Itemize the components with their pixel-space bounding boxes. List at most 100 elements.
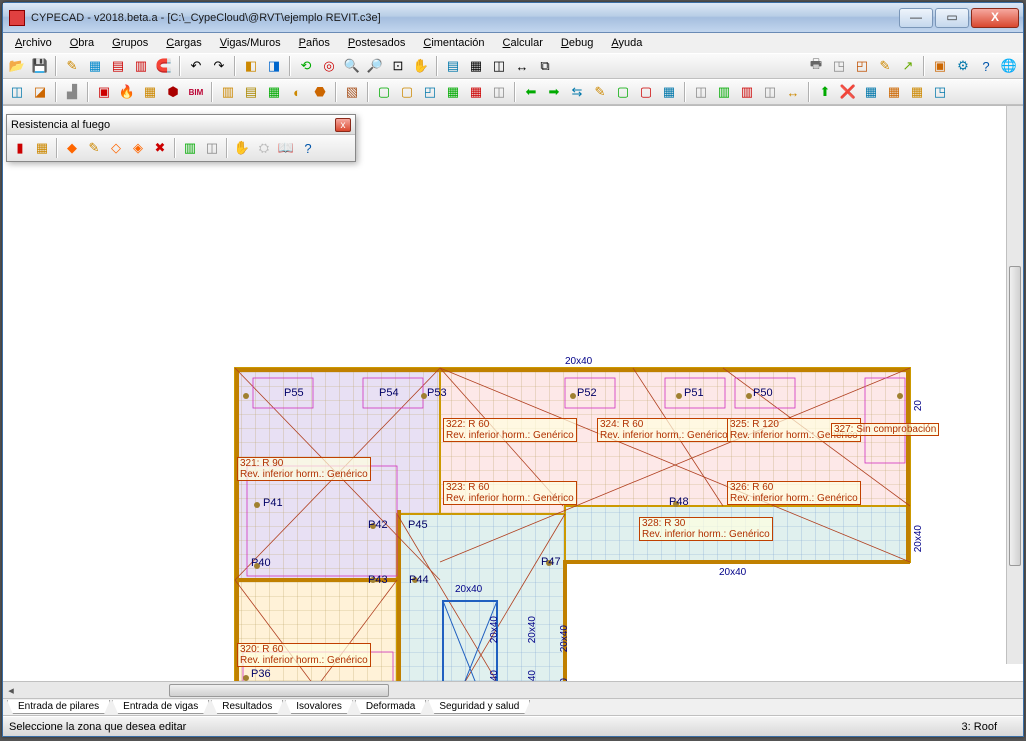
tool-icon[interactable]: ◫: [691, 82, 711, 102]
tool-icon[interactable]: ▣: [930, 56, 950, 76]
menu-debug[interactable]: Debug: [553, 35, 601, 51]
menu-calcular[interactable]: Calcular: [495, 35, 551, 51]
tool-icon[interactable]: ▦: [85, 56, 105, 76]
drawing-canvas[interactable]: P55P54P53P52P51P50P48P41P42P45P47P40P43P…: [3, 105, 1023, 681]
menu-obra[interactable]: Obra: [62, 35, 102, 51]
dimension-icon[interactable]: ↔: [512, 56, 532, 76]
close-button[interactable]: X: [971, 8, 1019, 28]
tool-icon[interactable]: ▤: [241, 82, 261, 102]
tool-icon[interactable]: ◈: [128, 138, 148, 158]
help-icon[interactable]: ?: [298, 138, 318, 158]
tool-icon[interactable]: ▦: [884, 82, 904, 102]
tool-icon[interactable]: ▦: [907, 82, 927, 102]
tool-icon[interactable]: ✎: [590, 82, 610, 102]
delete-icon[interactable]: ✖: [150, 138, 170, 158]
save-icon[interactable]: 💾: [30, 56, 50, 76]
target-icon[interactable]: ◎: [319, 56, 339, 76]
tool-icon[interactable]: ◫: [489, 56, 509, 76]
tool-icon[interactable]: ◫: [489, 82, 509, 102]
tool-icon[interactable]: ▢: [613, 82, 633, 102]
tab-deformada[interactable]: Deformada: [355, 700, 426, 714]
tool-icon[interactable]: ◫: [760, 82, 780, 102]
tool-icon[interactable]: ▥: [737, 82, 757, 102]
tool-icon[interactable]: ⬢: [163, 82, 183, 102]
tool-icon[interactable]: ◳: [930, 82, 950, 102]
stairs-icon[interactable]: ▟: [62, 82, 82, 102]
arrow-left-icon[interactable]: ⬅: [521, 82, 541, 102]
zoom-in-icon[interactable]: 🔍: [342, 56, 362, 76]
tool-icon[interactable]: ▢: [636, 82, 656, 102]
menu-archivo[interactable]: Archivo: [7, 35, 60, 51]
tool-icon[interactable]: ▦: [32, 138, 52, 158]
tool-icon[interactable]: ↔: [783, 82, 803, 102]
minimize-button[interactable]: —: [899, 8, 933, 28]
horizontal-scrollbar[interactable]: ◂: [3, 681, 1023, 698]
tool-icon[interactable]: ▦: [264, 82, 284, 102]
tool-icon[interactable]: ▢: [397, 82, 417, 102]
tool-icon[interactable]: ▮: [10, 138, 30, 158]
tool-icon[interactable]: ✎: [62, 56, 82, 76]
bim-icon[interactable]: BIM: [186, 82, 206, 102]
tool-icon[interactable]: ◫: [202, 138, 222, 158]
menu-paños[interactable]: Paños: [291, 35, 338, 51]
tool-icon[interactable]: ▥: [131, 56, 151, 76]
tool-icon[interactable]: ⧉: [535, 56, 555, 76]
redo-icon[interactable]: ↷: [209, 56, 229, 76]
config-icon[interactable]: ⚙: [953, 56, 973, 76]
tool-icon[interactable]: ▦: [466, 56, 486, 76]
tool-icon[interactable]: ▧: [342, 82, 362, 102]
tab-entrada-de-pilares[interactable]: Entrada de pilares: [7, 700, 110, 714]
fire-icon[interactable]: 🔥: [117, 82, 137, 102]
tool-icon[interactable]: ⇆: [567, 82, 587, 102]
tool-icon[interactable]: ▥: [180, 138, 200, 158]
tool-icon[interactable]: ◨: [264, 56, 284, 76]
tool-icon[interactable]: ▦: [466, 82, 486, 102]
refresh-icon[interactable]: ⟲: [296, 56, 316, 76]
tool-icon[interactable]: ◫: [7, 82, 27, 102]
tab-entrada-de-vigas[interactable]: Entrada de vigas: [112, 700, 209, 714]
tool-icon[interactable]: ▦: [140, 82, 160, 102]
tab-isovalores[interactable]: Isovalores: [285, 700, 353, 714]
menu-cimentación[interactable]: Cimentación: [415, 35, 492, 51]
tool-icon[interactable]: ▢: [374, 82, 394, 102]
maximize-button[interactable]: ▭: [935, 8, 969, 28]
edit-icon[interactable]: ✎: [84, 138, 104, 158]
tool-icon[interactable]: ◰: [420, 82, 440, 102]
export-icon[interactable]: ↗: [898, 56, 918, 76]
menu-grupos[interactable]: Grupos: [104, 35, 156, 51]
menu-postesados[interactable]: Postesados: [340, 35, 414, 51]
book-icon[interactable]: 📖: [276, 138, 296, 158]
layers-icon[interactable]: ▤: [443, 56, 463, 76]
tab-seguridad-y-salud[interactable]: Seguridad y salud: [428, 700, 530, 714]
tool-icon[interactable]: ⛭: [254, 138, 274, 158]
print-icon[interactable]: 🖶: [806, 56, 826, 76]
pan-icon[interactable]: ✋: [411, 56, 431, 76]
tool-icon[interactable]: ⬆: [815, 82, 835, 102]
tool-icon[interactable]: ▤: [108, 56, 128, 76]
open-icon[interactable]: 📂: [7, 56, 27, 76]
zoom-window-icon[interactable]: ⊡: [388, 56, 408, 76]
tool-icon[interactable]: ◳: [829, 56, 849, 76]
menu-ayuda[interactable]: Ayuda: [603, 35, 650, 51]
magnet-icon[interactable]: 🧲: [154, 56, 174, 76]
undo-icon[interactable]: ↶: [186, 56, 206, 76]
globe-icon[interactable]: 🌐: [999, 56, 1019, 76]
tool-icon[interactable]: ❌: [838, 82, 858, 102]
tool-icon[interactable]: ▥: [714, 82, 734, 102]
toolbox-close-icon[interactable]: x: [335, 118, 351, 132]
vertical-scrollbar[interactable]: [1006, 106, 1023, 664]
menu-vigas/muros[interactable]: Vigas/Muros: [212, 35, 289, 51]
tab-resultados[interactable]: Resultados: [211, 700, 283, 714]
arrow-right-icon[interactable]: ➡: [544, 82, 564, 102]
fire-resistance-toolbox[interactable]: Resistencia al fuego x ▮ ▦ ◆ ✎ ◇ ◈ ✖ ▥ ◫…: [6, 114, 356, 162]
tool-icon[interactable]: ▦: [861, 82, 881, 102]
tool-icon[interactable]: ⬣: [310, 82, 330, 102]
tool-icon[interactable]: ▥: [218, 82, 238, 102]
tool-icon[interactable]: ◰: [852, 56, 872, 76]
tool-icon[interactable]: ◪: [30, 82, 50, 102]
tool-icon[interactable]: ▣: [94, 82, 114, 102]
tool-icon[interactable]: ◇: [106, 138, 126, 158]
tool-icon[interactable]: ✋: [232, 138, 252, 158]
menu-cargas[interactable]: Cargas: [158, 35, 209, 51]
zoom-out-icon[interactable]: 🔎: [365, 56, 385, 76]
